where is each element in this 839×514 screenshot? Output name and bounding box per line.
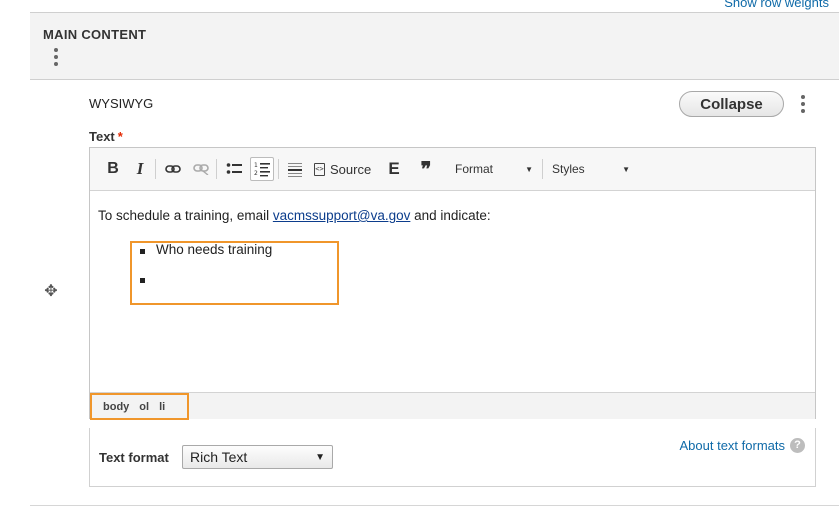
path-item-li[interactable]: li <box>159 401 165 413</box>
text-format-selected: Rich Text <box>190 449 248 465</box>
collapse-button[interactable]: Collapse <box>679 91 784 117</box>
element-path-bar: body ol li <box>90 392 815 420</box>
intro-text-end: and indicate: <box>410 208 491 223</box>
horizontal-rule-icon <box>288 163 302 177</box>
path-item-ol[interactable]: ol <box>139 401 149 413</box>
text-field-label-text: Text <box>89 129 115 144</box>
horizontal-rule-button[interactable] <box>283 157 307 181</box>
content-paragraph: To schedule a training, email vacmssuppo… <box>98 208 491 223</box>
toolbar-separator <box>278 159 279 179</box>
divider <box>30 505 839 506</box>
intro-text: To schedule a training, email <box>98 208 273 223</box>
bold-button[interactable]: B <box>101 157 125 181</box>
caret-down-icon: ▼ <box>315 451 325 463</box>
text-format-select[interactable]: Rich Text ▼ <box>182 445 333 469</box>
editor-toolbar: B I 12 <> Source E ❞ Format ▼ Styles ▼ <box>90 148 815 191</box>
blockquote-button[interactable]: ❞ <box>414 157 438 181</box>
svg-text:2: 2 <box>254 170 258 177</box>
drag-handle-icon[interactable]: ✥ <box>42 283 60 301</box>
paragraph-type-label: WYSIWYG <box>89 96 154 111</box>
format-dropdown-label: Format <box>455 162 494 176</box>
unlink-button[interactable] <box>189 157 213 181</box>
editor-content-area[interactable]: To schedule a training, email vacmssuppo… <box>90 192 815 392</box>
numbered-list-icon: 12 <box>254 162 270 177</box>
numbered-list-button[interactable]: 12 <box>250 157 274 181</box>
main-content-header: MAIN CONTENT <box>30 12 839 80</box>
format-dropdown[interactable]: Format ▼ <box>455 157 533 181</box>
caret-down-icon: ▼ <box>525 164 533 174</box>
kebab-menu-icon[interactable] <box>53 48 59 68</box>
list-item <box>138 271 272 300</box>
content-list: Who needs training <box>138 242 272 300</box>
link-icon <box>165 165 181 173</box>
source-button[interactable]: <> Source <box>314 157 374 181</box>
link-button[interactable] <box>161 157 185 181</box>
text-field-label: Text * <box>89 129 123 144</box>
text-format-label: Text format <box>99 450 169 465</box>
italic-button[interactable]: I <box>128 157 152 181</box>
bulleted-list-icon <box>226 163 242 174</box>
wysiwyg-editor: B I 12 <> Source E ❞ Format ▼ Styles ▼ T… <box>89 147 816 420</box>
show-row-weights-link[interactable]: Show row weights <box>724 0 829 10</box>
styles-dropdown-label: Styles <box>552 162 585 176</box>
source-icon: <> <box>314 162 325 176</box>
required-marker: * <box>117 129 123 144</box>
unlink-icon <box>193 164 209 175</box>
email-link[interactable]: vacmssupport@va.gov <box>273 208 411 223</box>
toolbar-separator <box>216 159 217 179</box>
list-item: Who needs training <box>138 242 272 271</box>
text-format-area: Text format Rich Text ▼ About text format… <box>89 428 816 487</box>
element-path-highlight: body ol li <box>90 393 189 420</box>
main-content-title: MAIN CONTENT <box>43 27 147 42</box>
path-item-body[interactable]: body <box>103 401 129 413</box>
styles-dropdown[interactable]: Styles ▼ <box>552 157 630 181</box>
bulleted-list-button[interactable] <box>222 157 246 181</box>
svg-text:1: 1 <box>254 162 258 169</box>
help-icon: ? <box>790 438 805 453</box>
about-text-formats-link[interactable]: About text formats? <box>679 438 805 453</box>
source-label: Source <box>330 161 372 177</box>
toolbar-separator <box>155 159 156 179</box>
toolbar-separator <box>542 159 543 179</box>
caret-down-icon: ▼ <box>622 164 630 174</box>
embed-button[interactable]: E <box>382 157 406 181</box>
about-text-formats-label: About text formats <box>679 438 786 453</box>
paragraph-actions-kebab-icon[interactable] <box>800 95 806 115</box>
